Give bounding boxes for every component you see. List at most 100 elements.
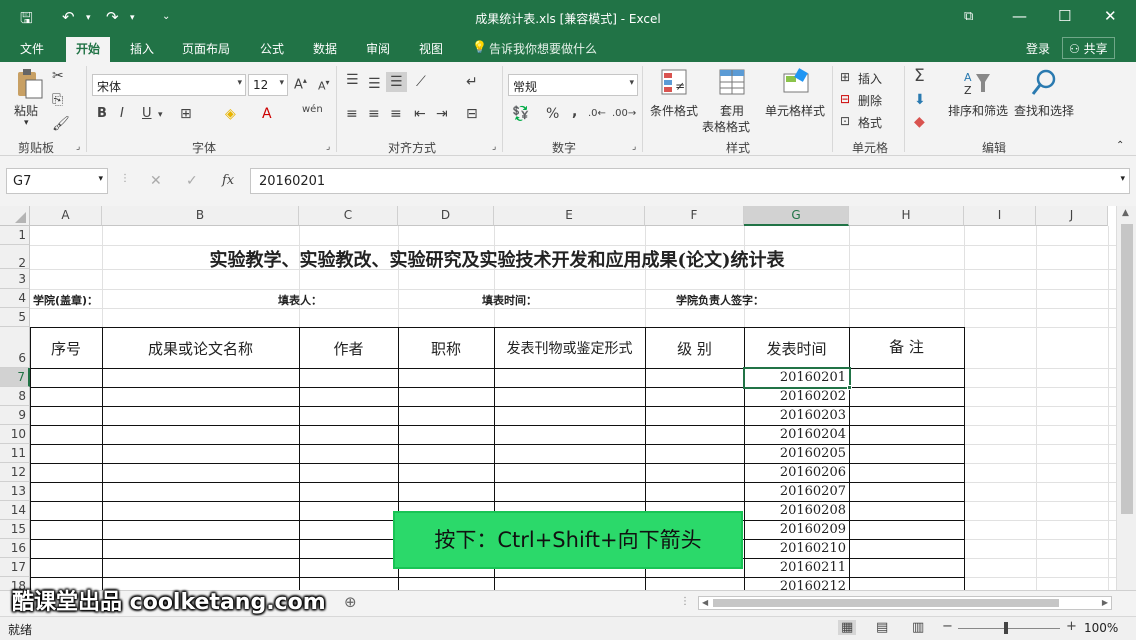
row-header[interactable]: 9 [0, 406, 30, 425]
tab-file[interactable]: 文件 [20, 40, 44, 57]
row-header[interactable]: 4 [0, 289, 30, 308]
column-header-e[interactable]: E [494, 206, 645, 226]
align-center-icon[interactable]: ≡ [368, 106, 380, 122]
column-header-j[interactable]: J [1036, 206, 1108, 226]
row-header[interactable]: 17 [0, 558, 30, 577]
align-bottom-icon[interactable]: ☰ [386, 72, 407, 92]
paste-icon[interactable] [14, 68, 44, 99]
ribbon-display-icon[interactable]: ⧉ [964, 9, 973, 24]
header-cell-author[interactable]: 作者 [299, 338, 398, 359]
increase-decimal-icon[interactable]: .0← [588, 108, 606, 119]
fill-color-icon[interactable]: ◈ [225, 106, 236, 122]
date-cell[interactable]: 20160211 [745, 560, 848, 575]
underline-button[interactable]: U [142, 106, 152, 121]
comma-button[interactable]: , [572, 104, 577, 120]
italic-button[interactable]: I [120, 106, 124, 121]
delete-cells-icon[interactable]: ⊟ [840, 92, 850, 106]
decrease-decimal-icon[interactable]: .00→ [612, 108, 636, 119]
borders-icon[interactable]: ⊞ [180, 106, 192, 122]
fill-icon[interactable]: ⬇ [914, 92, 926, 108]
date-cell[interactable]: 20160208 [745, 503, 848, 518]
tab-home[interactable]: 开始 [66, 37, 111, 62]
number-launcher-icon[interactable]: ⌟ [632, 142, 636, 152]
percent-button[interactable]: % [546, 106, 559, 122]
header-cell-level[interactable]: 级 别 [645, 338, 744, 359]
row-header[interactable]: 16 [0, 539, 30, 558]
column-header-i[interactable]: I [964, 206, 1036, 226]
confirm-entry-icon[interactable]: ✓ [186, 173, 198, 189]
column-header-f[interactable]: F [645, 206, 744, 226]
horizontal-scrollbar[interactable]: ◀ ▶ [698, 596, 1112, 610]
column-header-d[interactable]: D [398, 206, 494, 226]
date-cell[interactable]: 20160203 [745, 408, 848, 423]
date-cell[interactable]: 20160206 [745, 465, 848, 480]
underline-dropdown-icon[interactable]: ▾ [158, 110, 163, 120]
share-button[interactable]: ⚇ 共享 [1062, 37, 1115, 59]
zoom-level[interactable]: 100% [1084, 621, 1118, 635]
tab-view[interactable]: 视图 [419, 40, 443, 57]
column-header-h[interactable]: H [849, 206, 964, 226]
merge-center-icon[interactable]: ⊟ [466, 106, 478, 122]
header-cell-remark[interactable]: 备 注 [849, 336, 964, 357]
horizontal-scroll-thumb[interactable] [713, 599, 1059, 607]
cancel-entry-icon[interactable]: ✕ [150, 173, 162, 189]
font-name-select[interactable]: 宋体 ▾ [92, 74, 246, 96]
bold-button[interactable]: B [97, 106, 107, 121]
vertical-scrollbar[interactable]: ▲ [1116, 206, 1136, 590]
row-header[interactable]: 8 [0, 387, 30, 406]
date-cell[interactable]: 20160210 [745, 541, 848, 556]
format-painter-icon[interactable]: 🖌 [52, 116, 70, 132]
format-cells-label[interactable]: 格式 [858, 114, 882, 131]
college-stamp-label[interactable]: 学院(盖章)： [33, 292, 98, 308]
tab-data[interactable]: 数据 [313, 40, 337, 57]
alignment-launcher-icon[interactable]: ⌟ [492, 142, 496, 152]
collapse-ribbon-icon[interactable]: ⌃ [1116, 140, 1124, 151]
tab-page-layout[interactable]: 页面布局 [182, 40, 230, 57]
increase-font-icon[interactable]: A▴ [294, 76, 307, 92]
name-box-dropdown-icon[interactable]: ▾ [98, 174, 103, 184]
increase-indent-icon[interactable]: ⇥ [436, 106, 448, 122]
find-select-icon[interactable] [1030, 68, 1060, 98]
cut-icon[interactable]: ✂ [52, 68, 64, 84]
active-cell-g7[interactable] [743, 367, 851, 389]
zoom-slider-thumb[interactable] [1004, 622, 1008, 634]
align-middle-icon[interactable]: ☰ [368, 76, 381, 92]
vertical-scroll-thumb[interactable] [1121, 224, 1133, 514]
align-left-icon[interactable]: ≡ [346, 106, 358, 122]
wrap-text-icon[interactable]: ↵ [466, 74, 478, 90]
zoom-out-icon[interactable]: − [942, 619, 953, 634]
font-color-icon[interactable]: A [262, 106, 272, 122]
tab-review[interactable]: 审阅 [366, 40, 390, 57]
row-header[interactable]: 1 [0, 226, 30, 245]
font-size-select[interactable]: 12 ▾ [248, 74, 288, 96]
header-cell-publication[interactable]: 发表刊物或鉴定形式 [494, 338, 645, 358]
scroll-left-icon[interactable]: ◀ [702, 598, 708, 607]
row-header[interactable]: 2 [0, 245, 30, 270]
row-header[interactable]: 11 [0, 444, 30, 463]
table-format-icon[interactable] [718, 68, 748, 98]
paste-label[interactable]: 粘贴 [14, 102, 38, 119]
clear-icon[interactable]: ◆ [914, 114, 925, 130]
row-header[interactable]: 15 [0, 520, 30, 539]
tab-insert[interactable]: 插入 [130, 40, 154, 57]
close-icon[interactable]: ✕ [1104, 7, 1117, 25]
column-header-b[interactable]: B [102, 206, 299, 226]
table-format-label-2[interactable]: 表格格式 [702, 118, 750, 135]
row-header[interactable]: 10 [0, 425, 30, 444]
tell-me-input[interactable]: 告诉我你想要做什么 [489, 40, 597, 57]
maximize-icon[interactable]: ☐ [1058, 7, 1071, 25]
header-cell-pub-time[interactable]: 发表时间 [744, 338, 849, 359]
row-header[interactable]: 7 [0, 368, 30, 387]
select-all-corner[interactable] [0, 206, 30, 226]
filler-label[interactable]: 填表人： [278, 292, 322, 308]
row-header[interactable]: 12 [0, 463, 30, 482]
decrease-indent-icon[interactable]: ⇤ [414, 106, 426, 122]
formula-bar-handle-icon[interactable]: ⋮ [120, 173, 130, 184]
delete-cells-label[interactable]: 删除 [858, 92, 882, 109]
table-format-label-1[interactable]: 套用 [720, 102, 744, 119]
cell-style-icon[interactable] [782, 68, 812, 98]
signer-label[interactable]: 学院负责人签字： [676, 292, 764, 308]
row-header[interactable]: 3 [0, 269, 30, 289]
find-select-label[interactable]: 查找和选择 [1014, 102, 1074, 119]
new-sheet-icon[interactable]: ⊕ [344, 593, 357, 611]
